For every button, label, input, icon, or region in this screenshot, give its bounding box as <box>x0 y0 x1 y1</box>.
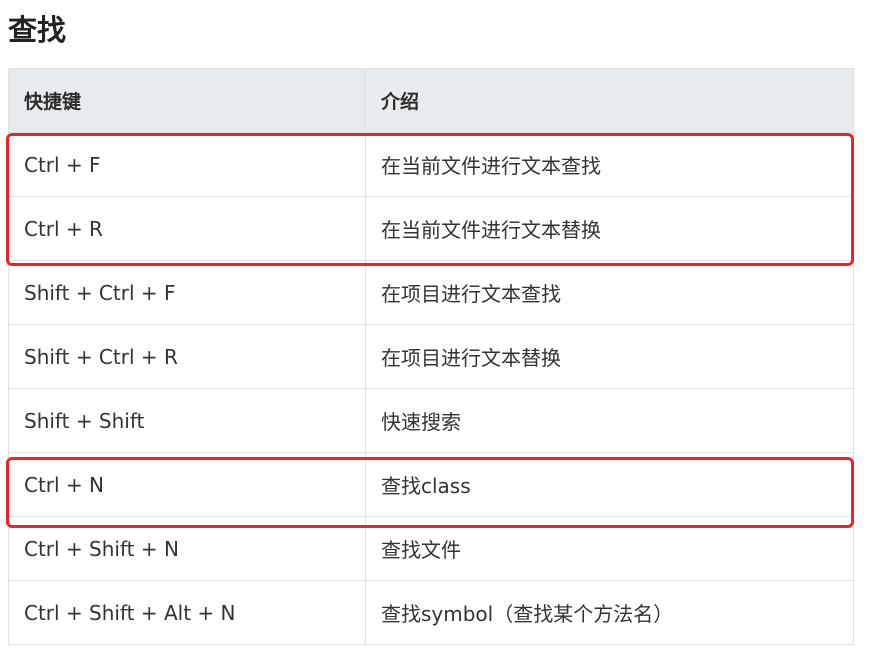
table-row: Ctrl + N 查找class <box>8 452 854 517</box>
header-description: 介绍 <box>365 68 854 133</box>
description-cell: 在当前文件进行文本替换 <box>365 196 854 261</box>
description-cell: 在当前文件进行文本查找 <box>365 132 854 197</box>
page-title: 查找 <box>8 13 67 47</box>
table-body: Ctrl + F 在当前文件进行文本查找 Ctrl + R 在当前文件进行文本替… <box>8 132 854 645</box>
shortcut-cell: Ctrl + R <box>8 196 366 261</box>
table-row: Ctrl + Shift + Alt + N 查找symbol（查找某个方法名） <box>8 580 854 645</box>
shortcut-cell: Shift + Ctrl + R <box>8 324 366 389</box>
table-header: 快捷键 介绍 <box>8 68 854 133</box>
shortcut-cell: Ctrl + F <box>8 132 366 197</box>
description-cell: 在项目进行文本替换 <box>365 324 854 389</box>
description-cell: 查找symbol（查找某个方法名） <box>365 580 854 645</box>
description-cell: 快速搜索 <box>365 388 854 453</box>
shortcut-cell: Shift + Shift <box>8 388 366 453</box>
header-shortcut: 快捷键 <box>8 68 366 133</box>
table-header-row: 快捷键 介绍 <box>8 68 854 133</box>
table-row: Ctrl + Shift + N 查找文件 <box>8 516 854 581</box>
shortcut-cell: Shift + Ctrl + F <box>8 260 366 325</box>
description-cell: 查找文件 <box>365 516 854 581</box>
table-row: Shift + Ctrl + F 在项目进行文本查找 <box>8 260 854 325</box>
shortcut-table: 快捷键 介绍 Ctrl + F 在当前文件进行文本查找 Ctrl + R 在当前… <box>8 68 854 645</box>
table-row: Shift + Ctrl + R 在项目进行文本替换 <box>8 324 854 389</box>
shortcut-cell: Ctrl + Shift + Alt + N <box>8 580 366 645</box>
table-row: Shift + Shift 快速搜索 <box>8 388 854 453</box>
description-cell: 在项目进行文本查找 <box>365 260 854 325</box>
description-cell: 查找class <box>365 452 854 517</box>
table-row: Ctrl + R 在当前文件进行文本替换 <box>8 196 854 261</box>
shortcut-cell: Ctrl + Shift + N <box>8 516 366 581</box>
table-row: Ctrl + F 在当前文件进行文本查找 <box>8 132 854 197</box>
shortcut-cell: Ctrl + N <box>8 452 366 517</box>
